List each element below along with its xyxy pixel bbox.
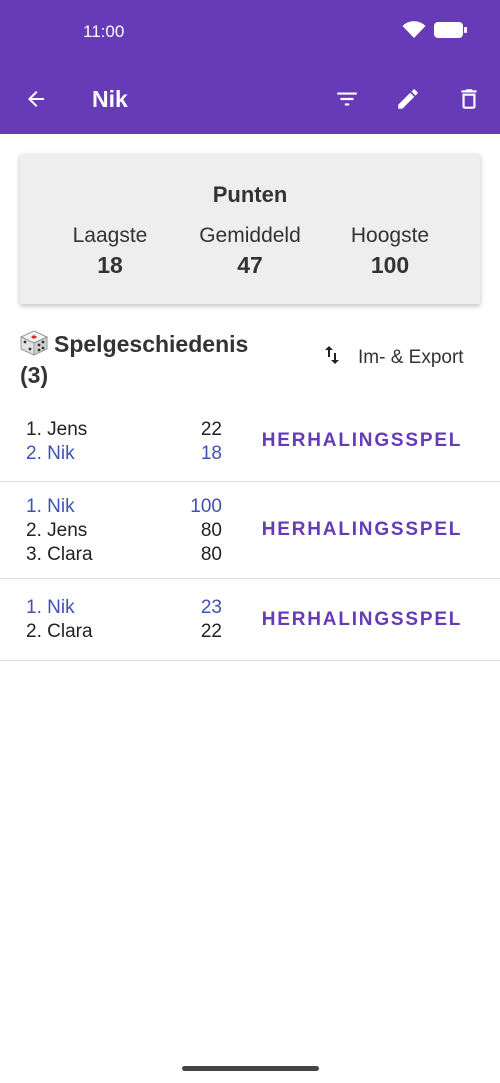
player-score: 23	[200, 597, 222, 618]
toolbar: Nik	[0, 64, 500, 134]
list-item: 1. Nik 100 2. Jens 80 3. Clara 80 HERHAL…	[0, 482, 500, 579]
repeat-game-button[interactable]: HERHALINGSSPEL	[254, 598, 470, 642]
status-time: 11:00	[83, 22, 125, 41]
filter-icon[interactable]	[327, 79, 367, 119]
player-row: 1. Nik 100	[26, 496, 222, 520]
wifi-icon	[402, 20, 426, 44]
home-indicator[interactable]	[182, 1066, 319, 1071]
player-name: 1. Nik	[26, 597, 75, 618]
player-score: 80	[200, 520, 222, 541]
player-name: 2. Nik	[26, 443, 75, 464]
stat-average: Gemiddeld 47	[180, 224, 320, 279]
player-name: 2. Jens	[26, 520, 88, 541]
battery-icon	[434, 21, 468, 44]
dice-icon	[19, 330, 49, 356]
stat-lowest: Laagste 18	[40, 224, 180, 279]
list-item: 1. Jens 22 2. Nik 18 HERHALINGSSPEL	[0, 403, 500, 482]
player-row: 1. Nik 23	[26, 597, 222, 621]
stat-value: 47	[237, 252, 263, 278]
history-title: Spelgeschiedenis	[54, 331, 249, 357]
player-score: 22	[200, 621, 222, 642]
back-arrow-icon[interactable]	[16, 79, 56, 119]
delete-icon[interactable]	[449, 79, 489, 119]
stat-label: Hoogste	[350, 224, 430, 247]
player-name: 1. Jens	[26, 419, 88, 440]
player-name: 2. Clara	[26, 621, 93, 642]
player-row: 2. Clara 22	[26, 621, 222, 645]
history-header: Spelgeschiedenis (3)	[19, 329, 270, 391]
points-card: Punten Laagste 18 Gemiddeld 47 Hoogste 1…	[20, 154, 480, 304]
history-count: (3)	[20, 362, 49, 388]
player-row: 2. Jens 80	[26, 520, 222, 544]
stat-value: 100	[370, 252, 410, 278]
stat-value: 18	[97, 252, 123, 278]
points-card-title: Punten	[212, 182, 288, 207]
player-score: 22	[200, 419, 222, 440]
edit-pencil-icon[interactable]	[388, 79, 428, 119]
player-name: 1. Nik	[26, 496, 75, 517]
swap-vertical-icon	[320, 343, 344, 373]
repeat-game-button[interactable]: HERHALINGSSPEL	[254, 508, 470, 552]
player-score: 80	[200, 544, 222, 565]
player-row: 3. Clara 80	[26, 544, 222, 568]
status-bar: 11:00	[0, 0, 500, 64]
stat-label: Gemiddeld	[199, 224, 301, 247]
list-item: 1. Nik 23 2. Clara 22 HERHALINGSSPEL	[0, 579, 500, 661]
repeat-game-button[interactable]: HERHALINGSSPEL	[254, 419, 470, 463]
app-bar: 11:00 Nik	[0, 0, 500, 134]
stat-label: Laagste	[72, 224, 148, 247]
player-row: 1. Jens 22	[26, 419, 222, 443]
player-row: 2. Nik 18	[26, 443, 222, 467]
page-title: Nik	[92, 86, 128, 112]
player-name: 3. Clara	[26, 544, 93, 565]
stat-highest: Hoogste 100	[320, 224, 460, 279]
player-score: 18	[200, 443, 222, 464]
import-export-button[interactable]: Im- & Export	[320, 342, 464, 374]
player-score: 100	[190, 496, 222, 517]
import-export-label: Im- & Export	[358, 347, 464, 368]
status-icons	[402, 20, 468, 44]
